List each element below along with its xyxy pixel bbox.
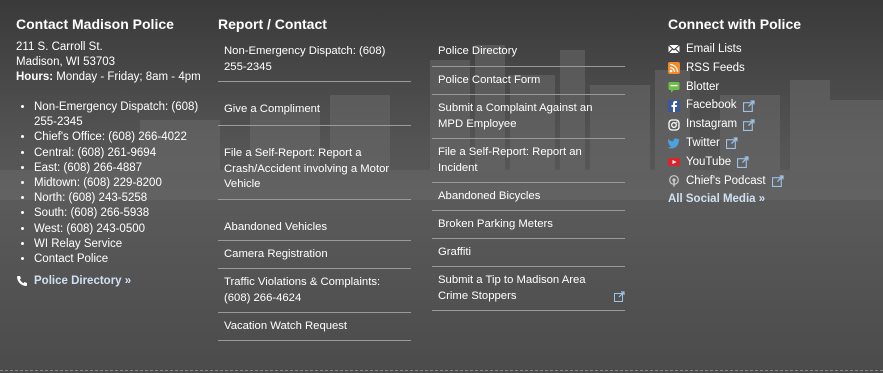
phone-item[interactable]: East: (608) 266-4887 [34, 161, 219, 176]
report-link[interactable]: Graffiti [432, 239, 625, 267]
crime-stoppers-link[interactable]: Submit a Tip to Madison Area Crime Stopp… [432, 267, 625, 311]
social-label: Twitter [686, 136, 720, 149]
report-link[interactable]: Submit a Complaint Against an MPD Employ… [432, 95, 625, 139]
phone-item[interactable]: West: (608) 243-0500 [34, 222, 219, 237]
facebook-icon [668, 99, 680, 112]
social-label: Email Lists [686, 43, 742, 55]
report-link[interactable]: Give a Compliment [218, 82, 411, 126]
report-link[interactable]: Abandoned Bicycles [432, 183, 625, 211]
social-link-facebook[interactable]: Facebook [668, 96, 784, 115]
email-icon [668, 45, 680, 54]
phone-item[interactable]: Central: (608) 261-9694 [34, 146, 219, 161]
social-link-instagram[interactable]: Instagram [668, 115, 784, 134]
external-link-icon [725, 137, 738, 150]
hours-label: Hours: [16, 71, 54, 83]
external-link-icon [614, 291, 625, 302]
external-link-icon [771, 175, 784, 187]
social-link-podcast[interactable]: Chief's Podcast [668, 172, 784, 191]
podcast-icon [669, 175, 679, 187]
report-link[interactable]: Abandoned Vehicles [218, 200, 411, 241]
report-contact-heading: Report / Contact [218, 16, 327, 32]
police-directory-label: Police Directory » [34, 275, 132, 287]
phone-item[interactable]: Chief's Office: (608) 266-4022 [34, 130, 219, 145]
external-link-icon [742, 100, 755, 112]
social-label: Blotter [686, 80, 720, 93]
report-link[interactable]: Vacation Watch Request [218, 313, 411, 341]
all-social-media-link[interactable]: All Social Media » [668, 190, 784, 209]
contact-heading: Contact Madison Police [16, 16, 174, 32]
phone-list: Non-Emergency Dispatch: (608) 255-2345 C… [16, 100, 219, 267]
crime-stoppers-label: Submit a Tip to Madison Area Crime Stopp… [438, 274, 586, 302]
report-link[interactable]: Broken Parking Meters [432, 211, 625, 239]
social-label: RSS Feeds [686, 61, 745, 74]
phone-item[interactable]: North: (608) 243-5258 [34, 191, 219, 206]
report-link[interactable]: Traffic Violations & Complaints: (608) 2… [218, 269, 411, 313]
youtube-icon [668, 158, 680, 167]
phone-icon [17, 276, 27, 286]
social-link-youtube[interactable]: YouTube [668, 153, 784, 172]
contact-police-link[interactable]: Contact Police [34, 252, 219, 267]
social-label: YouTube [686, 155, 732, 168]
bottom-divider [0, 370, 883, 371]
social-link-rss[interactable]: RSS Feeds [668, 59, 784, 78]
social-label: Facebook [686, 99, 737, 112]
blotter-icon [668, 81, 680, 93]
social-link-blotter[interactable]: Blotter [668, 78, 784, 97]
report-list-left: Non-Emergency Dispatch: (608) 255-2345 G… [218, 38, 411, 341]
hours: Hours: Monday - Friday; 8am - 4pm [16, 70, 216, 85]
address-line-1: 211 S. Carroll St. [16, 41, 103, 53]
hours-value: Monday - Friday; 8am - 4pm [53, 71, 201, 83]
report-link[interactable]: Non-Emergency Dispatch: (608) 255-2345 [218, 38, 411, 82]
rss-icon [668, 62, 680, 75]
address-block: 211 S. Carroll St. Madison, WI 53703 Hou… [16, 40, 216, 85]
instagram-icon [668, 118, 680, 131]
external-link-icon [743, 119, 755, 131]
phone-item[interactable]: Midtown: (608) 229-8200 [34, 176, 219, 191]
report-list-right: Police Directory Police Contact Form Sub… [432, 38, 625, 311]
report-link[interactable]: File a Self-Report: Report an Incident [432, 139, 625, 183]
police-directory-link[interactable]: Police Directory » [16, 275, 131, 287]
phone-item[interactable]: Non-Emergency Dispatch: (608) 255-2345 [34, 100, 219, 130]
social-label: Instagram [686, 118, 738, 131]
twitter-icon [668, 138, 680, 149]
report-link[interactable]: Camera Registration [218, 241, 411, 269]
relay-service-link[interactable]: WI Relay Service [34, 237, 219, 252]
social-label: Chief's Podcast [686, 174, 766, 187]
social-link-email[interactable]: Email Lists [668, 40, 784, 59]
social-link-twitter[interactable]: Twitter [668, 134, 784, 153]
report-link[interactable]: Police Contact Form [432, 67, 625, 95]
connect-heading: Connect with Police [668, 16, 802, 32]
address-line-2: Madison, WI 53703 [16, 56, 116, 68]
report-link[interactable]: File a Self-Report: Report a Crash/Accid… [218, 126, 411, 200]
external-link-icon [737, 156, 749, 169]
social-links: Email Lists RSS Feeds Blotter Facebook I… [668, 40, 784, 209]
report-link[interactable]: Police Directory [432, 38, 625, 67]
phone-item[interactable]: South: (608) 266-5938 [34, 206, 219, 221]
